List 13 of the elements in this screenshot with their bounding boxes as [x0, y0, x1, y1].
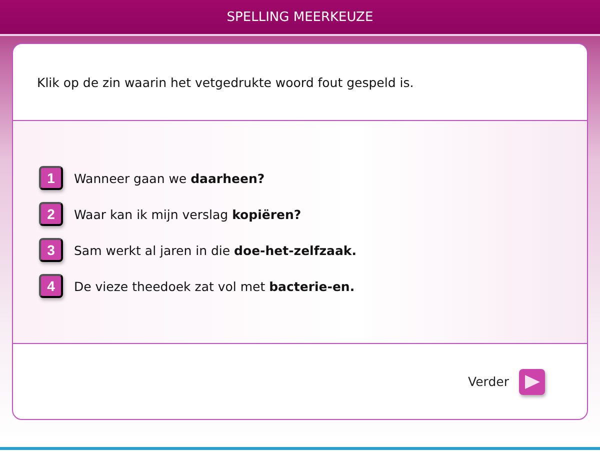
next-button[interactable]	[519, 368, 545, 394]
instruction-text: Klik op de zin waarin het vetgedrukte woord fout gespeld is.	[37, 74, 414, 90]
play-icon	[524, 374, 540, 388]
option-number-button[interactable]: 1	[39, 166, 63, 190]
next-label[interactable]: Verder	[468, 374, 509, 389]
option-number-button[interactable]: 4	[39, 274, 63, 298]
option-sentence[interactable]: De vieze theedoek zat vol met bacterie-en.	[74, 278, 355, 294]
option-sentence[interactable]: Wanneer gaan we daarheen?	[74, 170, 265, 186]
option-sentence[interactable]: Waar kan ik mijn verslag kopiëren?	[74, 206, 302, 222]
option-number-button[interactable]: 3	[39, 238, 63, 262]
page-title: SPELLING MEERKEUZE	[226, 10, 374, 24]
option-number-button[interactable]: 2	[39, 202, 63, 226]
option-sentence[interactable]: Sam werkt al jaren in die doe-het-zelfzaak.	[74, 242, 356, 258]
